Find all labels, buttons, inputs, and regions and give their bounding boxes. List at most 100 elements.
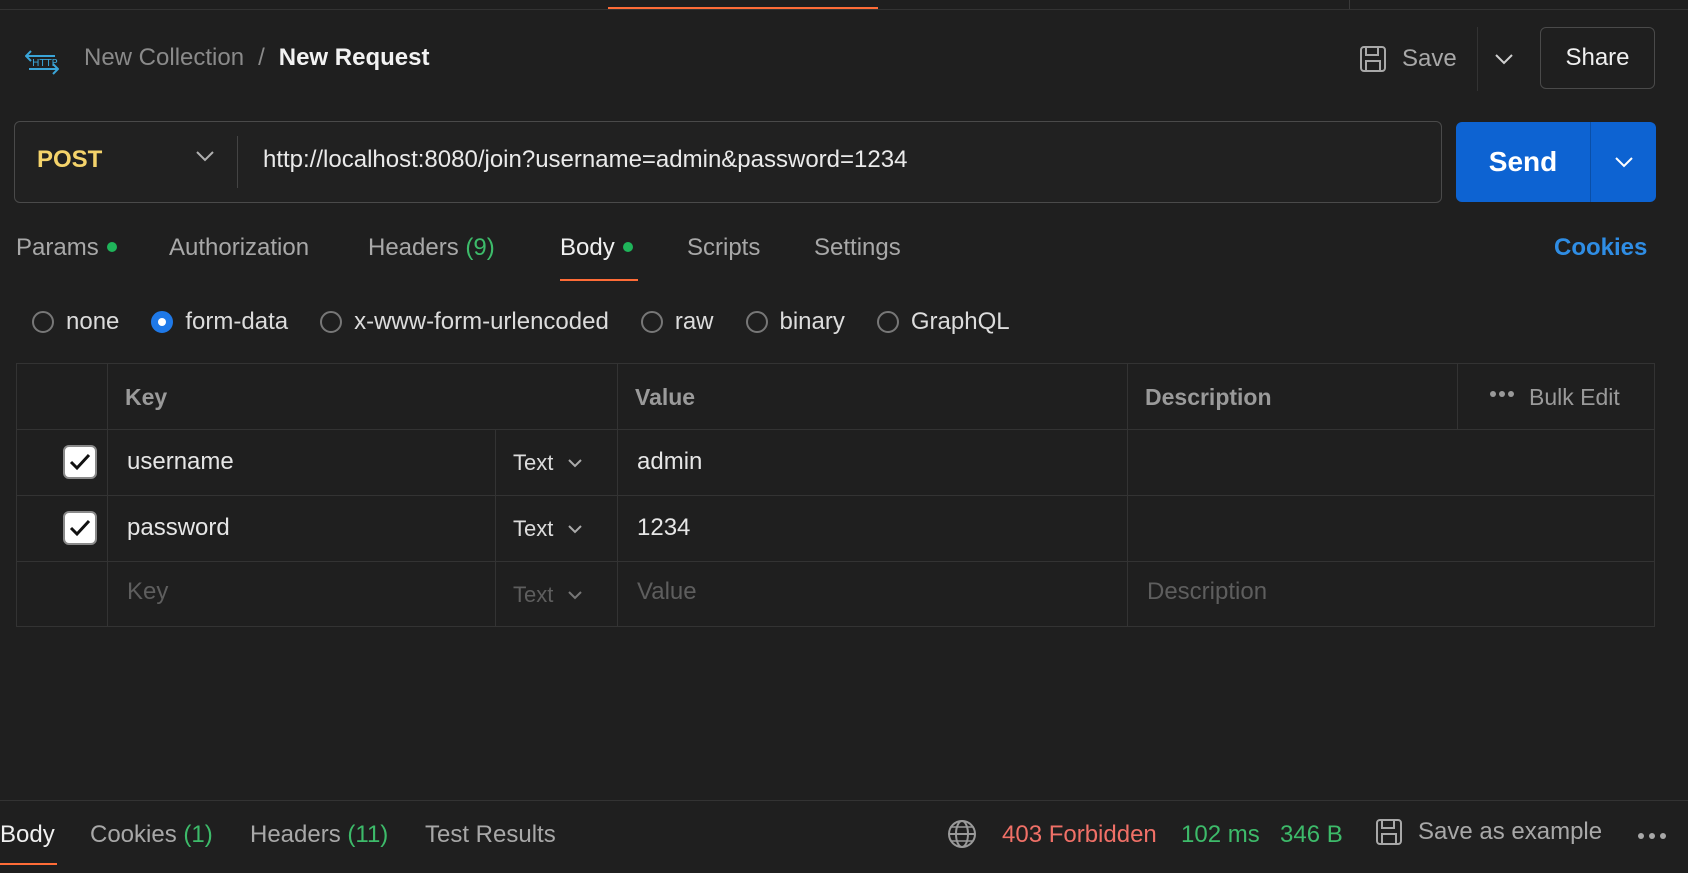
send-group: Send — [1456, 122, 1656, 202]
response-tab-headers[interactable]: Headers (11) — [250, 821, 388, 849]
share-button[interactable]: Share — [1540, 27, 1655, 89]
tab-scripts-label: Scripts — [687, 234, 761, 261]
body-type-none-label: none — [66, 308, 120, 335]
save-as-example-label: Save as example — [1418, 818, 1603, 845]
row-key[interactable]: password — [127, 514, 230, 542]
tab-settings[interactable]: Settings — [814, 234, 901, 262]
save-button[interactable]: Save — [1358, 44, 1471, 74]
new-key-input[interactable]: Key — [127, 578, 168, 606]
chevron-down-icon — [1614, 157, 1633, 168]
method-select[interactable]: POST — [37, 146, 102, 174]
table-divider — [617, 364, 618, 626]
url-input[interactable]: http://localhost:8080/join?username=admi… — [263, 146, 907, 174]
save-divider — [1476, 27, 1478, 91]
tab-body-label: Body — [560, 234, 615, 261]
tab-settings-label: Settings — [814, 234, 901, 261]
active-tab-underline — [560, 279, 638, 281]
tab-body[interactable]: Body — [560, 234, 633, 262]
tab-params[interactable]: Params — [16, 234, 117, 262]
save-group: Save — [1358, 27, 1524, 91]
body-type-urlencoded[interactable]: x-www-form-urlencoded — [320, 308, 609, 336]
row-type-label: Text — [513, 450, 554, 475]
tab-headers[interactable]: Headers (9) — [368, 234, 495, 262]
response-headers-count: (11) — [347, 821, 389, 848]
row-value[interactable]: admin — [637, 448, 702, 476]
row-value[interactable]: 1234 — [637, 514, 690, 542]
row-type-select[interactable]: Text — [513, 450, 583, 476]
column-description: Description — [1145, 384, 1272, 410]
row-key[interactable]: username — [127, 448, 234, 476]
radio-raw[interactable] — [640, 311, 663, 333]
tab-params-label: Params — [16, 234, 99, 261]
form-data-table: Key Value Description Bulk Edit username… — [16, 363, 1655, 627]
tab-strip-divider — [1349, 0, 1350, 9]
body-type-binary[interactable]: binary — [745, 308, 845, 336]
table-divider — [1127, 364, 1128, 626]
response-tab-cookies-label: Cookies — [90, 821, 177, 848]
new-value-input[interactable]: Value — [637, 578, 697, 606]
response-size[interactable]: 346 B — [1280, 821, 1343, 849]
body-type-binary-label: binary — [779, 308, 845, 335]
top-tab-strip — [0, 0, 1688, 10]
http-icon: HTTP — [25, 50, 59, 75]
save-icon — [1360, 46, 1386, 72]
cookies-link[interactable]: Cookies — [1554, 234, 1647, 262]
body-type-graphql-label: GraphQL — [910, 308, 1010, 335]
column-key: Key — [125, 384, 168, 410]
table-divider — [1457, 364, 1458, 429]
breadcrumb-separator: / — [258, 44, 265, 71]
response-tab-body[interactable]: Body — [0, 821, 55, 849]
table-divider — [17, 429, 1654, 430]
save-icon — [1376, 819, 1402, 845]
radio-graphql[interactable] — [876, 311, 899, 333]
table-divider — [17, 495, 1654, 496]
check-icon — [69, 453, 91, 471]
tab-authorization[interactable]: Authorization — [169, 234, 309, 262]
more-options-icon[interactable] — [1637, 832, 1667, 840]
bulk-edit-button[interactable]: Bulk Edit — [1529, 384, 1620, 411]
radio-none[interactable] — [32, 311, 54, 333]
body-type-form-data[interactable]: form-data — [151, 308, 288, 336]
more-options-icon[interactable] — [1489, 390, 1515, 398]
body-indicator-dot — [622, 241, 633, 252]
body-type-graphql[interactable]: GraphQL — [876, 308, 1010, 336]
response-tab-underline — [0, 863, 57, 865]
row-type-label: Text — [513, 516, 554, 541]
body-type-urlencoded-label: x-www-form-urlencoded — [354, 308, 609, 335]
tab-scripts[interactable]: Scripts — [687, 234, 760, 262]
send-options-button[interactable] — [1591, 122, 1656, 202]
body-type-none[interactable]: none — [32, 308, 119, 336]
radio-form-data[interactable] — [151, 311, 174, 333]
new-type-select[interactable]: Text — [513, 582, 583, 608]
response-tab-test-results[interactable]: Test Results — [425, 821, 556, 849]
response-status[interactable]: 403 Forbidden — [1002, 821, 1157, 849]
table-divider — [107, 364, 108, 626]
response-tab-cookies[interactable]: Cookies (1) — [90, 821, 213, 849]
chevron-down-icon — [568, 525, 583, 534]
response-tab-headers-label: Headers — [250, 821, 341, 848]
radio-urlencoded[interactable] — [320, 311, 343, 333]
row-checkbox[interactable] — [63, 511, 97, 545]
request-header: HTTP New Collection / New Request Save S… — [0, 24, 1688, 92]
table-divider — [495, 429, 496, 626]
row-type-select[interactable]: Text — [513, 516, 583, 542]
chevron-down-icon[interactable] — [195, 150, 215, 162]
chevron-down-icon — [568, 459, 583, 468]
row-checkbox[interactable] — [63, 445, 97, 479]
globe-icon[interactable] — [946, 818, 978, 850]
radio-binary[interactable] — [745, 311, 768, 333]
breadcrumb: New Collection / New Request — [84, 44, 429, 72]
send-button[interactable]: Send — [1456, 122, 1590, 202]
save-as-example-button[interactable]: Save as example — [1374, 817, 1602, 847]
chevron-down-icon — [1494, 54, 1513, 65]
save-options-button[interactable] — [1484, 38, 1524, 80]
response-time[interactable]: 102 ms — [1181, 821, 1260, 849]
body-type-raw[interactable]: raw — [640, 308, 714, 336]
breadcrumb-request[interactable]: New Request — [279, 44, 430, 72]
check-icon — [69, 519, 91, 537]
new-type-label: Text — [513, 582, 554, 607]
tab-headers-count: (9) — [465, 234, 495, 261]
new-description-input[interactable]: Description — [1147, 578, 1267, 606]
breadcrumb-collection[interactable]: New Collection — [84, 44, 244, 72]
params-indicator-dot — [106, 241, 117, 252]
